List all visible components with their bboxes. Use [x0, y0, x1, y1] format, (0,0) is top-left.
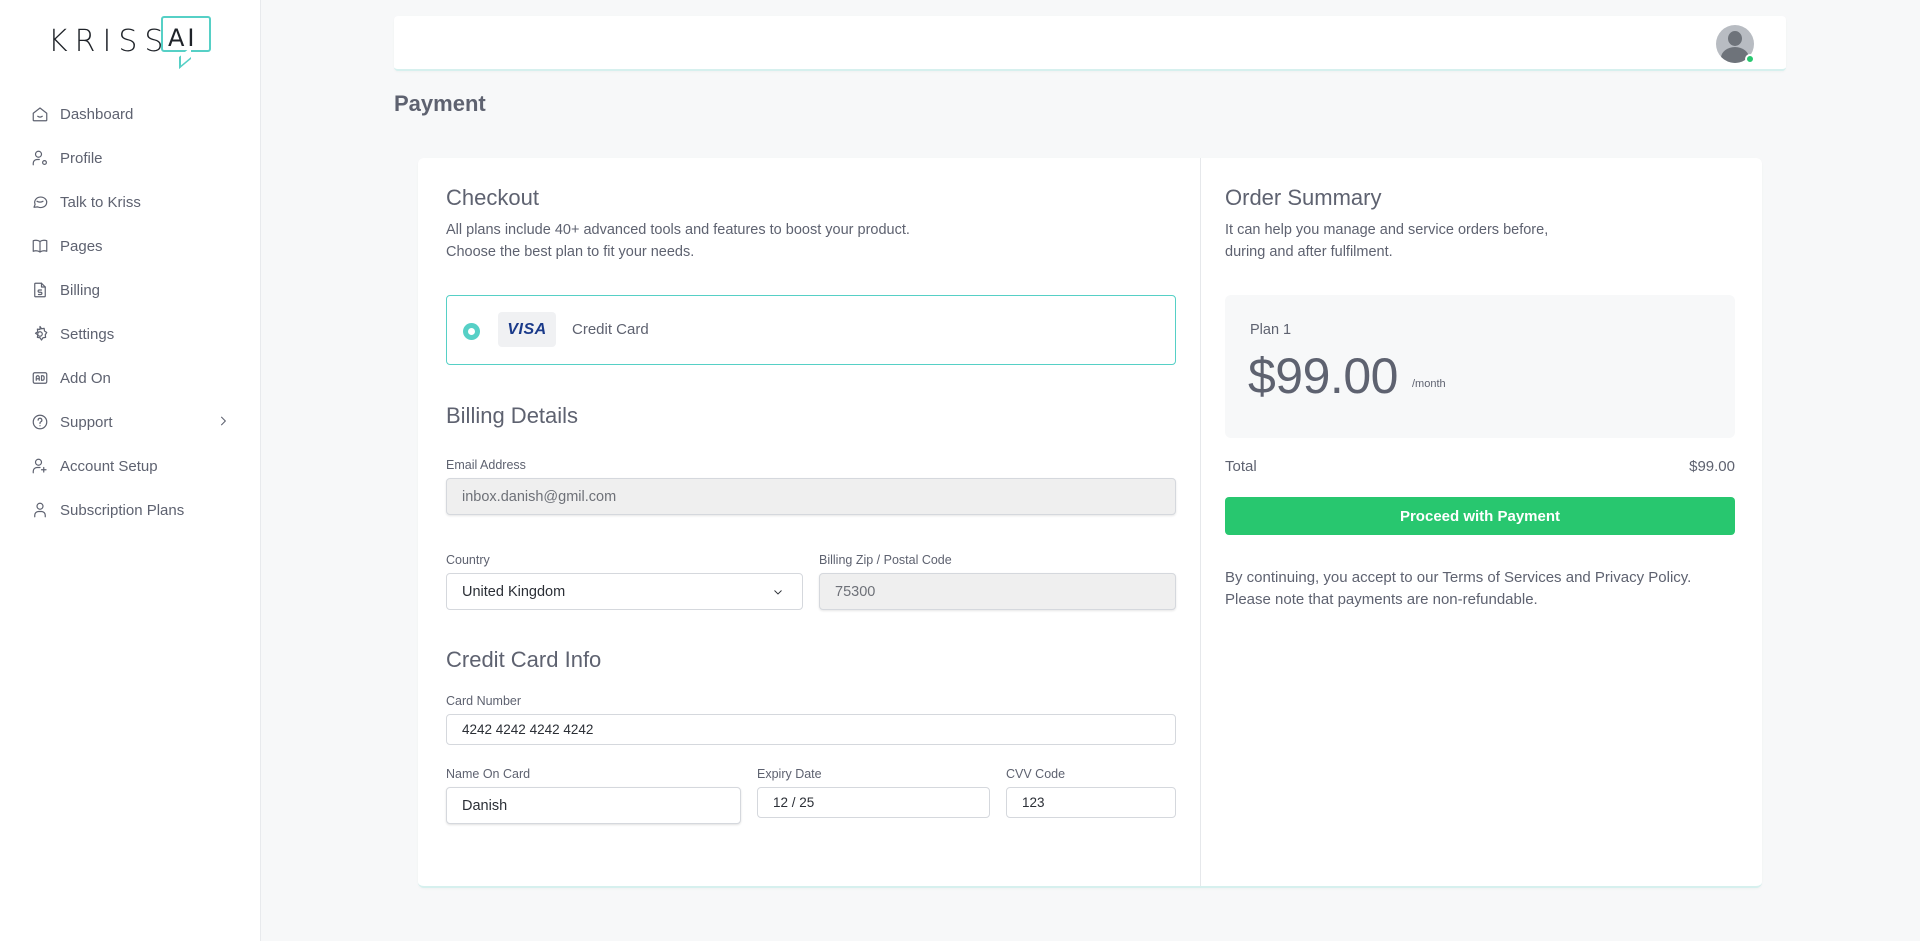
- checkout-subtitle-line2: Choose the best plan to fit your needs.: [446, 244, 695, 260]
- plan-box: Plan 1 $99.00 /month: [1225, 295, 1735, 438]
- sidebar-item-label: Dashboard: [60, 105, 134, 123]
- ad-icon: [30, 368, 50, 388]
- country-select-value: United Kingdom: [462, 583, 566, 600]
- name-on-card-field[interactable]: Danish: [446, 787, 741, 824]
- cvv-field[interactable]: 123: [1006, 787, 1176, 818]
- checkout-title: Checkout: [446, 185, 539, 210]
- book-icon: [30, 236, 50, 256]
- payment-method-radio[interactable]: [463, 323, 480, 340]
- plan-price: $99.00: [1248, 348, 1398, 404]
- proceed-with-payment-button[interactable]: Proceed with Payment: [1225, 497, 1735, 535]
- sidebar-nav: Dashboard Profile Talk to Kriss Pages Bi…: [30, 92, 230, 532]
- expiry-field[interactable]: 12 / 25: [757, 787, 990, 818]
- terms-text: By continuing, you accept to our Terms o…: [1225, 567, 1735, 611]
- sidebar-item-dashboard[interactable]: Dashboard: [30, 92, 230, 136]
- name-on-card-label: Name On Card: [446, 767, 531, 781]
- zip-field[interactable]: 75300: [819, 573, 1176, 610]
- chevron-right-icon[interactable]: [216, 414, 230, 428]
- card-number-label: Card Number: [446, 694, 522, 708]
- visa-logo: VISA: [498, 312, 556, 347]
- logo-text: KRISS: [48, 24, 171, 59]
- sidebar-item-account-setup[interactable]: Account Setup: [30, 444, 230, 488]
- sidebar-item-settings[interactable]: Settings: [30, 312, 230, 356]
- email-field[interactable]: inbox.danish@gmil.com: [446, 478, 1176, 515]
- checkout-subtitle-line1: All plans include 40+ advanced tools and…: [446, 222, 910, 238]
- sidebar-item-support[interactable]: Support: [30, 400, 230, 444]
- user-settings-icon: [30, 148, 50, 168]
- top-navbar: [394, 16, 1786, 71]
- sidebar-item-label: Support: [60, 413, 113, 431]
- chevron-down-icon: [772, 586, 784, 598]
- terms-line2: Please note that payments are non-refund…: [1225, 591, 1538, 608]
- sidebar-item-profile[interactable]: Profile: [30, 136, 230, 180]
- expiry-label: Expiry Date: [757, 767, 822, 781]
- sidebar-item-pages[interactable]: Pages: [30, 224, 230, 268]
- page-title: Payment: [394, 91, 486, 116]
- card-divider: [1200, 158, 1201, 886]
- sidebar-item-label: Subscription Plans: [60, 501, 185, 519]
- terms-line1: By continuing, you accept to our Terms o…: [1225, 569, 1692, 586]
- avatar-head: [1728, 31, 1742, 46]
- total-value: $99.00: [1689, 458, 1735, 475]
- payment-method-label: Credit Card: [572, 321, 649, 338]
- user-plus-icon: [30, 456, 50, 476]
- file-dollar-icon: [30, 280, 50, 300]
- logo[interactable]: KRISS AI: [48, 14, 212, 70]
- sidebar-item-label: Add On: [60, 369, 111, 387]
- sidebar-item-label: Profile: [60, 149, 103, 167]
- country-select[interactable]: United Kingdom: [446, 573, 803, 610]
- chat-icon: [30, 192, 50, 212]
- sidebar: KRISS AI Dashboard Profile Talk to Kriss…: [0, 0, 261, 941]
- credit-card-info-title: Credit Card Info: [446, 647, 602, 672]
- billing-details-title: Billing Details: [446, 403, 579, 428]
- sidebar-item-label: Billing: [60, 281, 101, 299]
- logo-suffix: AI: [168, 24, 198, 52]
- sidebar-item-talk-to-kriss[interactable]: Talk to Kriss: [30, 180, 230, 224]
- payment-card: Checkout All plans include 40+ advanced …: [418, 158, 1762, 888]
- order-summary-subtitle-line2: during and after fulfilment.: [1225, 244, 1393, 260]
- plan-name: Plan 1: [1250, 322, 1292, 338]
- sidebar-item-subscription-plans[interactable]: Subscription Plans: [30, 488, 230, 532]
- zip-label: Billing Zip / Postal Code: [819, 553, 952, 567]
- cvv-label: CVV Code: [1006, 767, 1066, 781]
- user-icon: [30, 500, 50, 520]
- order-summary-title: Order Summary: [1225, 185, 1382, 210]
- sidebar-item-label: Settings: [60, 325, 115, 343]
- sidebar-item-label: Talk to Kriss: [60, 193, 141, 211]
- card-number-field[interactable]: 4242 4242 4242 4242: [446, 714, 1176, 745]
- email-label: Email Address: [446, 458, 526, 472]
- sidebar-item-add-on[interactable]: Add On: [30, 356, 230, 400]
- plan-unit: /month: [1412, 378, 1446, 390]
- sidebar-item-label: Account Setup: [60, 457, 158, 475]
- sidebar-item-billing[interactable]: Billing: [30, 268, 230, 312]
- online-status-dot: [1745, 54, 1755, 64]
- gear-icon: [30, 324, 50, 344]
- order-summary-subtitle-line1: It can help you manage and service order…: [1225, 222, 1549, 238]
- payment-method-option[interactable]: VISA Credit Card: [446, 295, 1176, 365]
- help-circle-icon: [30, 412, 50, 432]
- country-label: Country: [446, 553, 490, 567]
- sidebar-item-label: Pages: [60, 237, 103, 255]
- total-label: Total: [1225, 458, 1257, 475]
- home-icon: [30, 104, 50, 124]
